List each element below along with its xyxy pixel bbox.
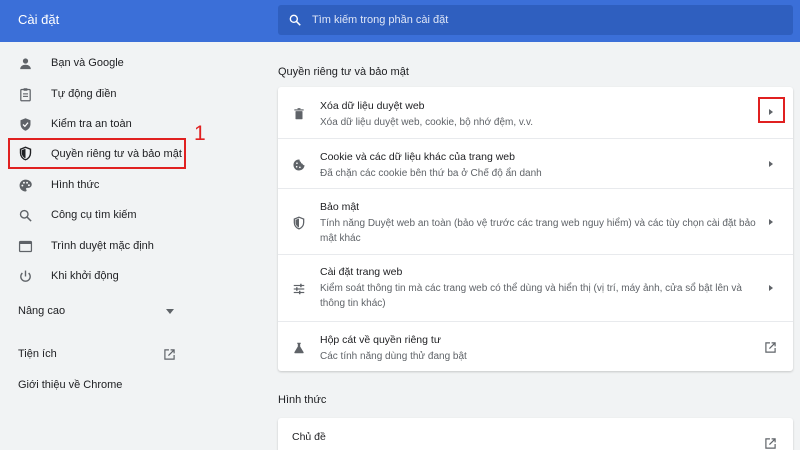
sidebar-advanced[interactable]: Nâng cao — [18, 305, 65, 317]
sidebar-item-on-startup[interactable]: Khi khởi động — [0, 262, 195, 290]
row-description: Đã chặn các cookie bên thứ ba ở Chế độ ẩ… — [320, 168, 542, 179]
sidebar-item-privacy-security[interactable]: Quyền riêng tư và bảo mật — [8, 138, 186, 169]
chevron-right-icon[interactable] — [769, 219, 773, 225]
person-icon — [20, 57, 31, 69]
row-title: Bảo mật — [320, 201, 360, 213]
sidebar-item-you-and-google[interactable]: Bạn và Google — [0, 49, 195, 77]
power-icon — [20, 270, 31, 282]
cookie-icon — [293, 159, 305, 171]
row-description: Kiểm soát thông tin mà các trang web có … — [320, 283, 742, 309]
shield-icon — [19, 146, 32, 161]
chevron-right-icon[interactable] — [769, 109, 773, 115]
external-link-icon[interactable] — [163, 348, 176, 361]
row-cookies[interactable]: Cookie và các dữ liệu khác của trang web… — [278, 138, 793, 188]
row-title: Cookie và các dữ liệu khác của trang web — [320, 151, 515, 163]
sidebar-item-search-engine[interactable]: Công cụ tìm kiếm — [0, 201, 195, 229]
palette-icon — [19, 179, 32, 191]
sidebar-about-chrome[interactable]: Giới thiệu về Chrome — [18, 379, 122, 391]
search-icon — [19, 209, 32, 222]
row-theme[interactable]: Chủ đề — [278, 418, 793, 450]
row-title: Chủ đề — [292, 431, 326, 443]
sidebar-item-appearance[interactable]: Hình thức — [0, 171, 195, 199]
appearance-card: Chủ đề — [278, 418, 793, 450]
search-input[interactable] — [312, 14, 752, 26]
row-description: Tính năng Duyệt web an toàn (bảo vệ trướ… — [320, 218, 756, 244]
row-title: Hộp cát về quyền riêng tư — [320, 334, 441, 346]
row-description: Các tính năng dùng thử đang bật — [320, 351, 467, 362]
chevron-right-icon[interactable] — [769, 161, 773, 167]
browser-icon — [18, 240, 33, 252]
shield-check-icon — [20, 117, 31, 131]
row-privacy-sandbox[interactable]: Hộp cát về quyền riêng tư Các tính năng … — [278, 321, 793, 371]
sidebar-item-default-browser[interactable]: Trình duyệt mặc định — [0, 232, 195, 260]
section-title-appearance: Hình thức — [278, 394, 327, 406]
app-title: Cài đặt — [18, 12, 60, 27]
flask-icon — [294, 342, 304, 354]
row-title: Cài đặt trang web — [320, 266, 403, 278]
search-box[interactable] — [278, 5, 793, 35]
external-link-icon[interactable] — [764, 341, 777, 354]
chevron-down-icon[interactable] — [166, 309, 174, 314]
sliders-icon — [293, 283, 305, 295]
chevron-right-icon[interactable] — [769, 285, 773, 291]
sidebar-item-safety-check[interactable]: Kiểm tra an toàn — [0, 110, 195, 138]
trash-icon — [294, 108, 304, 120]
external-link-icon[interactable] — [764, 437, 777, 450]
row-security[interactable]: Bảo mật Tính năng Duyệt web an toàn (bảo… — [278, 188, 793, 254]
privacy-card: Xóa dữ liệu duyệt web Xóa dữ liệu duyệt … — [278, 87, 793, 371]
sidebar-extensions[interactable]: Tiện ích — [18, 348, 57, 360]
annotation-number-1: 1 — [194, 122, 206, 145]
shield-icon — [293, 216, 305, 230]
search-icon — [289, 14, 301, 26]
section-title-privacy: Quyền riêng tư và bảo mật — [278, 66, 409, 78]
clipboard-icon — [20, 87, 31, 101]
row-clear-browsing-data[interactable]: Xóa dữ liệu duyệt web Xóa dữ liệu duyệt … — [278, 87, 793, 138]
top-bar: Cài đặt — [0, 0, 800, 42]
row-title: Xóa dữ liệu duyệt web — [320, 100, 425, 112]
row-description: Xóa dữ liệu duyệt web, cookie, bộ nhớ đệ… — [320, 117, 533, 128]
sidebar-item-autofill[interactable]: Tự động điền — [0, 80, 195, 108]
sidebar: Bạn và Google Tự động điền Kiểm tra an t… — [0, 42, 195, 450]
row-site-settings[interactable]: Cài đặt trang web Kiểm soát thông tin mà… — [278, 254, 793, 321]
